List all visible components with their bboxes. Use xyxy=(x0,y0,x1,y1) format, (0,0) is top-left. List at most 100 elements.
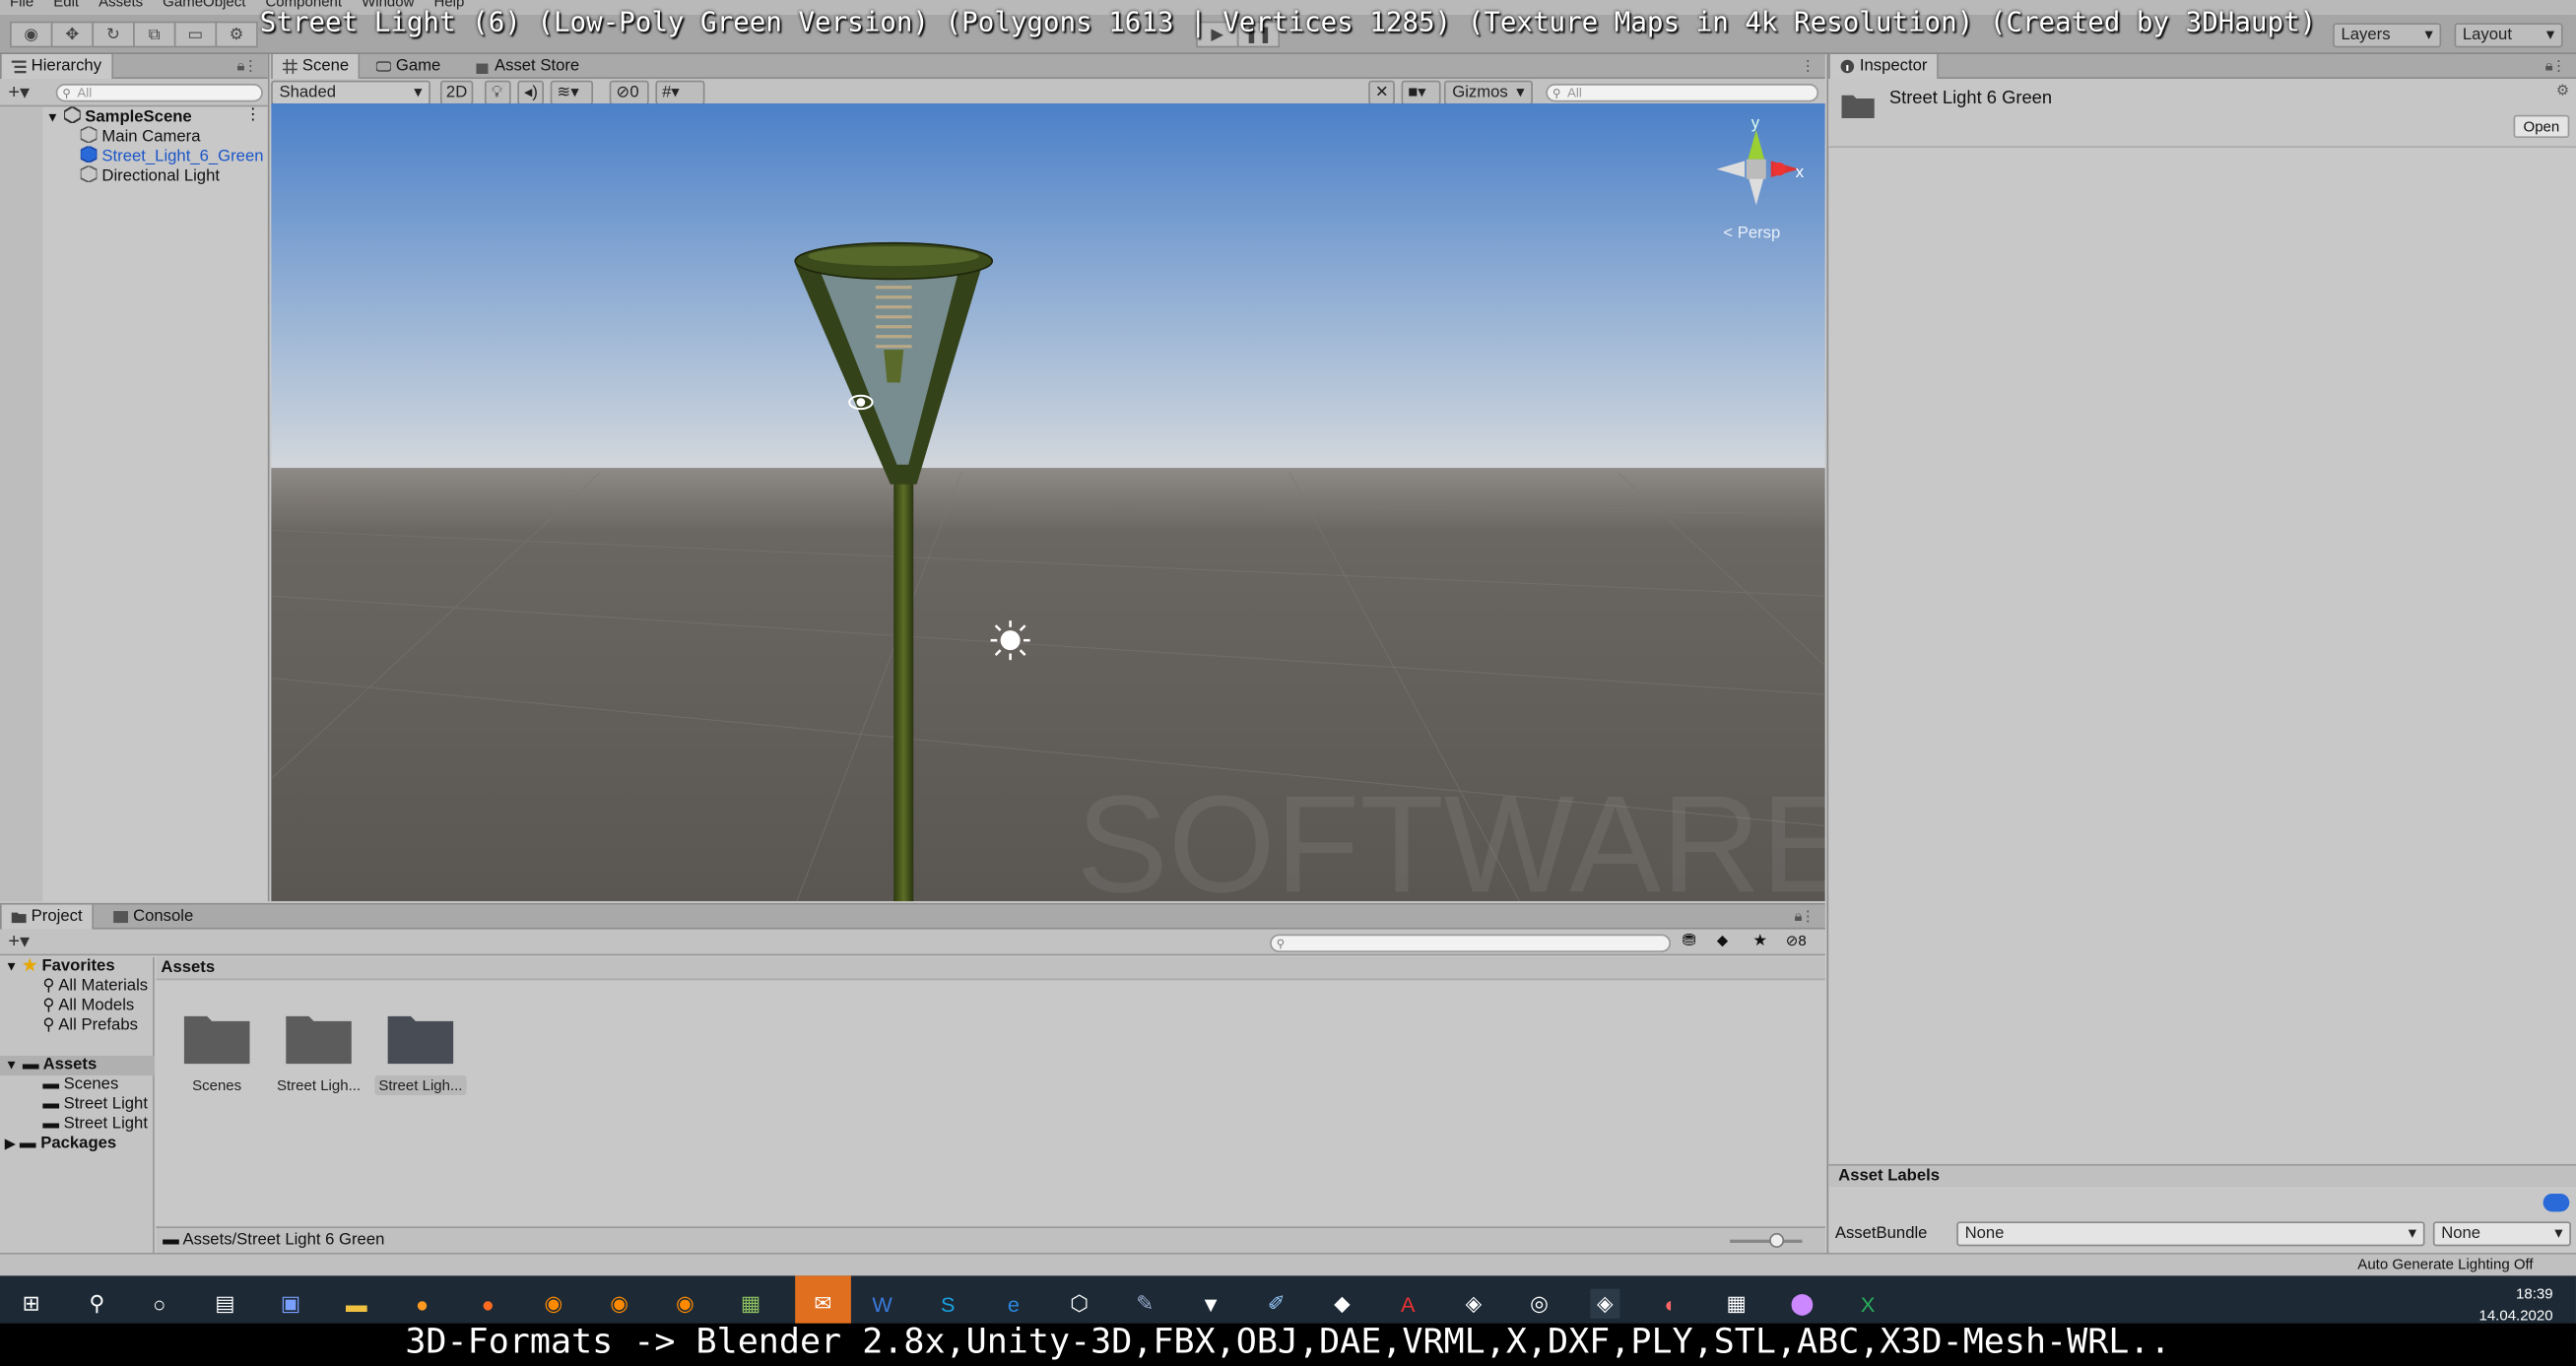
audio-toggle[interactable]: ◂) xyxy=(517,80,545,105)
menu-window[interactable]: Window xyxy=(352,0,424,15)
kebab-menu-icon[interactable]: ⋮ xyxy=(1801,908,1816,926)
cortana-icon[interactable]: ○ xyxy=(145,1289,174,1319)
favorite-all-materials[interactable]: ⚲ All Materials xyxy=(42,977,148,997)
grid-dropdown[interactable]: #▾ xyxy=(655,80,705,105)
acrobat-icon[interactable]: A xyxy=(1393,1289,1422,1319)
lighting-toggle[interactable]: 💡︎ xyxy=(484,80,511,105)
task-view-icon[interactable]: ▤ xyxy=(210,1289,239,1319)
app-icon[interactable]: ◐ xyxy=(1656,1289,1685,1319)
image-editor-icon[interactable]: ▦ xyxy=(736,1289,765,1319)
scale-tool-button[interactable]: ⧉ xyxy=(133,21,176,48)
edge-icon[interactable]: e xyxy=(999,1289,1028,1319)
rotate-tool-button[interactable]: ↻ xyxy=(92,21,135,48)
pause-button[interactable]: ❚❚ xyxy=(1236,21,1281,48)
favorites-header[interactable]: ▼ ★ Favorites xyxy=(5,957,115,977)
slider-handle[interactable] xyxy=(1769,1232,1785,1248)
search-icon[interactable]: ⚲ xyxy=(82,1289,111,1319)
folder-scenes[interactable]: Scenes xyxy=(167,1011,266,1093)
tab-console[interactable]: Console xyxy=(103,905,203,930)
filter-label-icon[interactable]: ⬥ xyxy=(1717,933,1729,950)
obs-icon[interactable]: ◎ xyxy=(1525,1289,1554,1319)
project-breadcrumb[interactable]: Assets xyxy=(156,956,1825,981)
hierarchy-search-input[interactable]: ⚲ All xyxy=(55,84,263,102)
hierarchy-item-directional-light[interactable]: Directional Light xyxy=(80,165,220,185)
rect-tool-button[interactable]: ▭ xyxy=(173,21,218,48)
assets-root[interactable]: ▼ ▬ Assets xyxy=(0,1055,155,1075)
menu-assets[interactable]: Assets xyxy=(89,0,153,15)
scene-menu-icon[interactable]: ⋮ xyxy=(244,106,261,124)
tab-inspector[interactable]: Inspector xyxy=(1828,54,1940,80)
assets-scenes-folder[interactable]: ▬ Scenes xyxy=(42,1075,118,1095)
kebab-menu-icon[interactable]: ⋮ xyxy=(2551,57,2566,75)
layers-dropdown[interactable]: Layers ▾ xyxy=(2333,23,2442,48)
assetbundle-dropdown[interactable]: None ▾ xyxy=(1956,1221,2425,1247)
scene-search-input[interactable]: ⚲ All xyxy=(1546,84,1819,102)
assets-street-light-folder-2[interactable]: ▬ Street Light xyxy=(42,1115,148,1135)
windows-start-icon[interactable]: ⊞ xyxy=(17,1289,46,1319)
tab-asset-store[interactable]: Asset Store xyxy=(465,54,589,79)
word-icon[interactable]: W xyxy=(868,1289,897,1319)
blender-icon[interactable]: ◉ xyxy=(670,1289,699,1319)
save-disk-icon[interactable]: ▣ xyxy=(276,1289,305,1319)
hierarchy-item-street-light[interactable]: Street_Light_6_Green xyxy=(80,146,270,165)
toggle-2d-button[interactable]: 2D xyxy=(439,80,474,105)
hand-tool-button[interactable]: ◉ xyxy=(10,21,53,48)
unity-hub-icon[interactable]: ◈ xyxy=(1590,1288,1620,1319)
icon-size-slider[interactable] xyxy=(1730,1232,1803,1248)
camera-dropdown[interactable]: ■▾ xyxy=(1401,80,1441,105)
skype-icon[interactable]: S xyxy=(933,1289,962,1319)
filter-type-icon[interactable]: ⛃ xyxy=(1683,933,1696,950)
blender-icon[interactable]: ◉ xyxy=(539,1289,568,1319)
transform-tool-button[interactable]: ⚙ xyxy=(215,21,258,48)
menu-edit[interactable]: Edit xyxy=(43,0,89,15)
scene-viewport[interactable]: SOFTWARE y x < Persp xyxy=(271,103,1825,902)
tab-scene[interactable]: Scene xyxy=(271,54,361,80)
project-search-input[interactable]: ⚲ xyxy=(1270,934,1672,952)
drawing-icon[interactable]: ✐ xyxy=(1262,1289,1291,1319)
maps-pin-icon[interactable]: ⬤ xyxy=(1787,1289,1816,1319)
shading-mode-dropdown[interactable]: Shaded ▾ xyxy=(271,80,430,105)
favorite-star-icon[interactable]: ★ xyxy=(1752,933,1767,950)
tab-project[interactable]: Project xyxy=(0,904,95,930)
label-tag-icon[interactable] xyxy=(2543,1193,2570,1212)
add-plus-icon[interactable]: +▾ xyxy=(8,81,30,103)
move-tool-button[interactable]: ✥ xyxy=(50,21,95,48)
tab-hierarchy[interactable]: Hierarchy xyxy=(0,54,113,80)
tools-button[interactable]: ✕ xyxy=(1368,80,1395,105)
gizmos-dropdown[interactable]: Gizmos ▾ xyxy=(1443,80,1533,105)
inkscape-icon[interactable]: ◆ xyxy=(1328,1289,1357,1319)
excel-icon[interactable]: X xyxy=(1853,1289,1882,1319)
open-button[interactable]: Open xyxy=(2513,114,2570,139)
tool-icon[interactable]: ✎ xyxy=(1130,1289,1159,1319)
3d-viewer-icon[interactable]: ⬡ xyxy=(1065,1289,1094,1319)
hidden-objects-toggle[interactable]: ⊘0 xyxy=(609,80,649,105)
file-explorer-icon[interactable]: ▬ xyxy=(342,1289,371,1319)
add-plus-icon[interactable]: +▾ xyxy=(8,930,30,952)
vivaldi-icon[interactable]: ▼ xyxy=(1196,1289,1225,1319)
effects-dropdown[interactable]: ≋▾ xyxy=(550,80,594,105)
hierarchy-item-main-camera[interactable]: Main Camera xyxy=(80,126,201,146)
layout-dropdown[interactable]: Layout ▾ xyxy=(2454,23,2563,48)
kebab-menu-icon[interactable]: ⋮ xyxy=(1801,57,1816,75)
menu-gameobject[interactable]: GameObject xyxy=(153,0,255,15)
menu-file[interactable]: File xyxy=(0,0,43,15)
blender-icon[interactable]: ◉ xyxy=(605,1289,634,1319)
settings-gear-icon[interactable]: ⚙ xyxy=(2556,82,2569,99)
menu-help[interactable]: Help xyxy=(424,0,474,15)
unity-icon[interactable]: ◈ xyxy=(1459,1289,1488,1319)
favorite-all-prefabs[interactable]: ⚲ All Prefabs xyxy=(42,1016,138,1036)
system-tray-clock[interactable]: 18:39 14.04.2020 xyxy=(2478,1284,2552,1327)
play-button[interactable]: ▶ xyxy=(1196,21,1239,48)
firefox-icon[interactable]: ● xyxy=(473,1289,502,1319)
folder-street-light-1[interactable]: Street Ligh... xyxy=(270,1011,368,1093)
favorite-all-models[interactable]: ⚲ All Models xyxy=(42,997,134,1016)
assets-street-light-folder-1[interactable]: ▬ Street Light xyxy=(42,1095,148,1115)
packages-root[interactable]: ▶ ▬ Packages xyxy=(5,1135,116,1154)
menu-component[interactable]: Component xyxy=(255,0,352,15)
hidden-packages-toggle[interactable]: ⊘8 xyxy=(1786,933,1807,950)
blender-flame-icon[interactable]: ● xyxy=(408,1289,437,1319)
kebab-menu-icon[interactable]: ⋮ xyxy=(243,57,258,75)
tab-game[interactable]: Game xyxy=(366,54,450,79)
scene-root-row[interactable]: ▼ SampleScene xyxy=(46,106,192,126)
calculator-icon[interactable]: ▦ xyxy=(1722,1289,1751,1319)
